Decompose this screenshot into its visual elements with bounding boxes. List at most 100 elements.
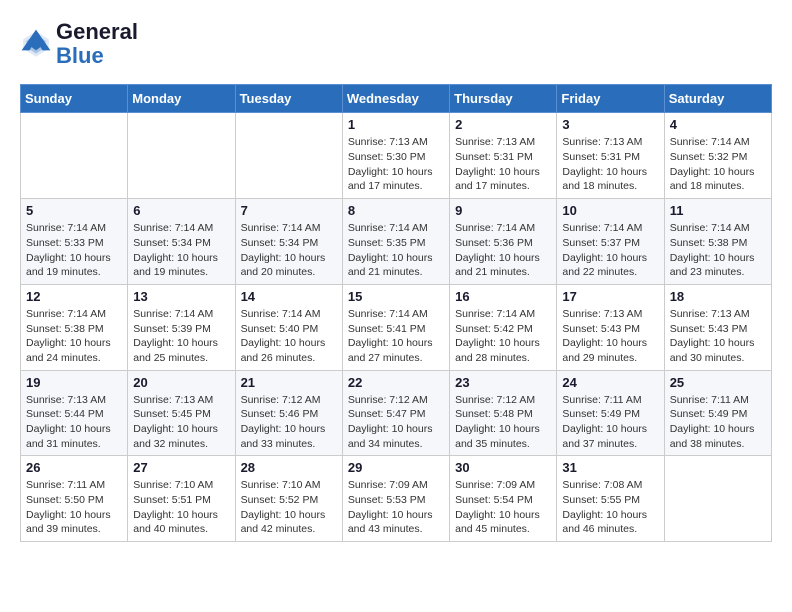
- calendar-cell: 10 Sunrise: 7:14 AMSunset: 5:37 PMDayligh…: [557, 199, 664, 285]
- calendar-cell: 20 Sunrise: 7:13 AMSunset: 5:45 PMDayligh…: [128, 370, 235, 456]
- calendar-cell: 14 Sunrise: 7:14 AMSunset: 5:40 PMDayligh…: [235, 284, 342, 370]
- calendar-cell: [128, 113, 235, 199]
- day-number: 25: [670, 375, 766, 390]
- day-info: Sunrise: 7:08 AMSunset: 5:55 PMDaylight:…: [562, 478, 658, 537]
- day-number: 12: [26, 289, 122, 304]
- logo-icon: [20, 28, 52, 60]
- day-info: Sunrise: 7:12 AMSunset: 5:46 PMDaylight:…: [241, 393, 337, 452]
- calendar-cell: 3 Sunrise: 7:13 AMSunset: 5:31 PMDaylight…: [557, 113, 664, 199]
- calendar-cell: 5 Sunrise: 7:14 AMSunset: 5:33 PMDaylight…: [21, 199, 128, 285]
- day-number: 10: [562, 203, 658, 218]
- day-info: Sunrise: 7:12 AMSunset: 5:47 PMDaylight:…: [348, 393, 444, 452]
- day-number: 29: [348, 460, 444, 475]
- day-info: Sunrise: 7:14 AMSunset: 5:41 PMDaylight:…: [348, 307, 444, 366]
- day-info: Sunrise: 7:10 AMSunset: 5:52 PMDaylight:…: [241, 478, 337, 537]
- calendar-cell: 31 Sunrise: 7:08 AMSunset: 5:55 PMDayligh…: [557, 456, 664, 542]
- calendar-cell: 28 Sunrise: 7:10 AMSunset: 5:52 PMDayligh…: [235, 456, 342, 542]
- calendar-header: SundayMondayTuesdayWednesdayThursdayFrid…: [21, 85, 772, 113]
- day-info: Sunrise: 7:11 AMSunset: 5:49 PMDaylight:…: [670, 393, 766, 452]
- day-number: 24: [562, 375, 658, 390]
- day-of-week-header: Tuesday: [235, 85, 342, 113]
- calendar-cell: 23 Sunrise: 7:12 AMSunset: 5:48 PMDayligh…: [450, 370, 557, 456]
- day-info: Sunrise: 7:14 AMSunset: 5:33 PMDaylight:…: [26, 221, 122, 280]
- calendar-week-row: 12Sunrise: 7:14 AMSunset: 5:38 PMDayligh…: [21, 284, 772, 370]
- calendar-cell: 25 Sunrise: 7:11 AMSunset: 5:49 PMDayligh…: [664, 370, 771, 456]
- day-number: 2: [455, 117, 551, 132]
- day-info: Sunrise: 7:13 AMSunset: 5:45 PMDaylight:…: [133, 393, 229, 452]
- day-info: Sunrise: 7:14 AMSunset: 5:37 PMDaylight:…: [562, 221, 658, 280]
- logo: GeneralBlue: [20, 20, 138, 68]
- day-number: 22: [348, 375, 444, 390]
- calendar-week-row: 1 Sunrise: 7:13 AMSunset: 5:30 PMDaylight…: [21, 113, 772, 199]
- day-info: Sunrise: 7:13 AMSunset: 5:43 PMDaylight:…: [562, 307, 658, 366]
- day-number: 30: [455, 460, 551, 475]
- day-info: Sunrise: 7:13 AMSunset: 5:31 PMDaylight:…: [562, 135, 658, 194]
- day-number: 21: [241, 375, 337, 390]
- day-of-week-header: Sunday: [21, 85, 128, 113]
- calendar-cell: 15Sunrise: 7:14 AMSunset: 5:41 PMDayligh…: [342, 284, 449, 370]
- calendar-cell: 18 Sunrise: 7:13 AMSunset: 5:43 PMDayligh…: [664, 284, 771, 370]
- day-number: 28: [241, 460, 337, 475]
- day-info: Sunrise: 7:14 AMSunset: 5:32 PMDaylight:…: [670, 135, 766, 194]
- calendar-cell: 21 Sunrise: 7:12 AMSunset: 5:46 PMDayligh…: [235, 370, 342, 456]
- calendar-cell: 26 Sunrise: 7:11 AMSunset: 5:50 PMDayligh…: [21, 456, 128, 542]
- day-info: Sunrise: 7:09 AMSunset: 5:53 PMDaylight:…: [348, 478, 444, 537]
- day-info: Sunrise: 7:14 AMSunset: 5:39 PMDaylight:…: [133, 307, 229, 366]
- day-number: 11: [670, 203, 766, 218]
- calendar-cell: 8Sunrise: 7:14 AMSunset: 5:35 PMDaylight…: [342, 199, 449, 285]
- calendar-week-row: 5 Sunrise: 7:14 AMSunset: 5:33 PMDaylight…: [21, 199, 772, 285]
- day-info: Sunrise: 7:14 AMSunset: 5:40 PMDaylight:…: [241, 307, 337, 366]
- day-number: 3: [562, 117, 658, 132]
- day-number: 17: [562, 289, 658, 304]
- calendar-cell: 22 Sunrise: 7:12 AMSunset: 5:47 PMDayligh…: [342, 370, 449, 456]
- calendar-cell: 13Sunrise: 7:14 AMSunset: 5:39 PMDayligh…: [128, 284, 235, 370]
- day-number: 7: [241, 203, 337, 218]
- day-of-week-header: Saturday: [664, 85, 771, 113]
- calendar-cell: 24 Sunrise: 7:11 AMSunset: 5:49 PMDayligh…: [557, 370, 664, 456]
- day-number: 31: [562, 460, 658, 475]
- day-info: Sunrise: 7:13 AMSunset: 5:43 PMDaylight:…: [670, 307, 766, 366]
- day-info: Sunrise: 7:13 AMSunset: 5:31 PMDaylight:…: [455, 135, 551, 194]
- day-info: Sunrise: 7:13 AMSunset: 5:30 PMDaylight:…: [348, 135, 444, 194]
- calendar-table: SundayMondayTuesdayWednesdayThursdayFrid…: [20, 84, 772, 542]
- day-number: 4: [670, 117, 766, 132]
- day-number: 23: [455, 375, 551, 390]
- day-info: Sunrise: 7:11 AMSunset: 5:49 PMDaylight:…: [562, 393, 658, 452]
- day-of-week-header: Monday: [128, 85, 235, 113]
- day-number: 18: [670, 289, 766, 304]
- day-number: 5: [26, 203, 122, 218]
- calendar-cell: 27 Sunrise: 7:10 AMSunset: 5:51 PMDayligh…: [128, 456, 235, 542]
- day-number: 26: [26, 460, 122, 475]
- page-header: GeneralBlue: [20, 20, 772, 68]
- day-of-week-header: Thursday: [450, 85, 557, 113]
- day-number: 20: [133, 375, 229, 390]
- day-number: 16: [455, 289, 551, 304]
- day-number: 27: [133, 460, 229, 475]
- day-info: Sunrise: 7:14 AMSunset: 5:34 PMDaylight:…: [133, 221, 229, 280]
- calendar-cell: 1 Sunrise: 7:13 AMSunset: 5:30 PMDaylight…: [342, 113, 449, 199]
- day-info: Sunrise: 7:11 AMSunset: 5:50 PMDaylight:…: [26, 478, 122, 537]
- day-info: Sunrise: 7:14 AMSunset: 5:34 PMDaylight:…: [241, 221, 337, 280]
- calendar-cell: 6Sunrise: 7:14 AMSunset: 5:34 PMDaylight…: [128, 199, 235, 285]
- calendar-cell: 9 Sunrise: 7:14 AMSunset: 5:36 PMDaylight…: [450, 199, 557, 285]
- day-info: Sunrise: 7:14 AMSunset: 5:36 PMDaylight:…: [455, 221, 551, 280]
- day-info: Sunrise: 7:09 AMSunset: 5:54 PMDaylight:…: [455, 478, 551, 537]
- day-info: Sunrise: 7:10 AMSunset: 5:51 PMDaylight:…: [133, 478, 229, 537]
- day-info: Sunrise: 7:14 AMSunset: 5:38 PMDaylight:…: [670, 221, 766, 280]
- day-number: 19: [26, 375, 122, 390]
- calendar-cell: 29 Sunrise: 7:09 AMSunset: 5:53 PMDayligh…: [342, 456, 449, 542]
- day-info: Sunrise: 7:13 AMSunset: 5:44 PMDaylight:…: [26, 393, 122, 452]
- calendar-week-row: 26 Sunrise: 7:11 AMSunset: 5:50 PMDayligh…: [21, 456, 772, 542]
- calendar-body: 1 Sunrise: 7:13 AMSunset: 5:30 PMDaylight…: [21, 113, 772, 542]
- day-info: Sunrise: 7:14 AMSunset: 5:35 PMDaylight:…: [348, 221, 444, 280]
- day-info: Sunrise: 7:12 AMSunset: 5:48 PMDaylight:…: [455, 393, 551, 452]
- calendar-cell: 17 Sunrise: 7:13 AMSunset: 5:43 PMDayligh…: [557, 284, 664, 370]
- calendar-cell: 4 Sunrise: 7:14 AMSunset: 5:32 PMDaylight…: [664, 113, 771, 199]
- day-number: 9: [455, 203, 551, 218]
- calendar-cell: 30 Sunrise: 7:09 AMSunset: 5:54 PMDayligh…: [450, 456, 557, 542]
- calendar-cell: [664, 456, 771, 542]
- day-number: 1: [348, 117, 444, 132]
- day-number: 14: [241, 289, 337, 304]
- calendar-cell: 19 Sunrise: 7:13 AMSunset: 5:44 PMDayligh…: [21, 370, 128, 456]
- calendar-cell: 12Sunrise: 7:14 AMSunset: 5:38 PMDayligh…: [21, 284, 128, 370]
